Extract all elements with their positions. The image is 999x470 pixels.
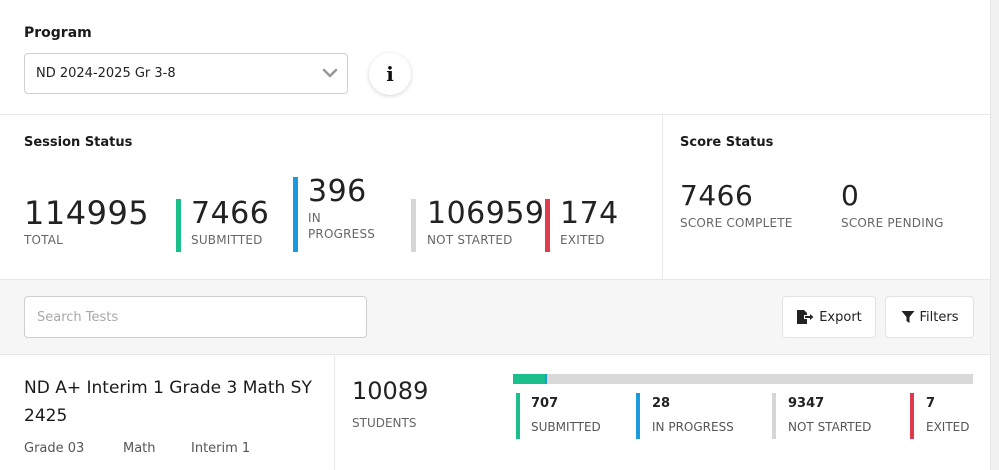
chevron-down-icon xyxy=(322,68,338,78)
row-exited-value: 7 xyxy=(926,396,936,411)
stat-exited: 174 EXITED xyxy=(560,196,619,248)
filter-icon xyxy=(901,311,915,323)
search-input[interactable] xyxy=(25,297,366,337)
stat-score-pending: 0 SCORE PENDING xyxy=(841,179,944,231)
row-in-progress-value: 28 xyxy=(652,396,671,411)
row-stat-exited: 7 EXITED xyxy=(926,396,970,434)
test-students-label: STUDENTS xyxy=(352,416,417,430)
not-started-bar xyxy=(411,199,416,252)
stat-score-complete-label: SCORE COMPLETE xyxy=(680,216,793,230)
export-label: Export xyxy=(819,309,862,325)
search-box[interactable] xyxy=(24,296,367,338)
row-stat-submitted: 707 SUBMITTED xyxy=(531,396,601,434)
divider xyxy=(334,356,335,470)
stat-score-pending-label: SCORE PENDING xyxy=(841,216,944,230)
stat-not-started-value: 106959 xyxy=(427,196,545,231)
stat-score-complete: 7466 SCORE COMPLETE xyxy=(680,179,793,231)
progress-submitted-segment xyxy=(513,374,545,384)
stat-not-started: 106959 NOT STARTED xyxy=(427,196,545,248)
row-not-started-value: 9347 xyxy=(788,396,825,411)
stat-exited-value: 174 xyxy=(560,196,619,231)
row-not-started-label: NOT STARTED xyxy=(788,420,872,434)
stat-score-complete-value: 7466 xyxy=(680,179,754,212)
filters-label: Filters xyxy=(919,309,959,325)
row-exited-bar xyxy=(910,393,914,439)
program-select[interactable]: ND 2024-2025 Gr 3-8 xyxy=(24,53,348,94)
row-submitted-bar xyxy=(516,393,520,439)
test-grade: Grade 03 xyxy=(24,441,85,456)
test-title[interactable]: ND A+ Interim 1 Grade 3 Math SY 2425 xyxy=(24,374,324,430)
divider xyxy=(662,115,663,279)
test-assessment: Interim 1 xyxy=(191,441,251,456)
stat-not-started-label: NOT STARTED xyxy=(427,233,513,247)
stat-in-progress-label-1: IN xyxy=(308,211,321,225)
stat-total-label: TOTAL xyxy=(24,233,64,247)
stat-in-progress-label-2: PROGRESS xyxy=(308,227,376,242)
stat-in-progress: 396 IN PROGRESS xyxy=(308,177,375,242)
divider xyxy=(0,114,990,115)
test-progress-bar xyxy=(513,374,973,384)
program-selected-value: ND 2024-2025 Gr 3-8 xyxy=(36,66,176,81)
filters-button[interactable]: Filters xyxy=(885,296,974,338)
row-not-started-bar xyxy=(772,393,776,439)
score-status-title: Score Status xyxy=(680,135,774,150)
stat-total: 114995 TOTAL xyxy=(24,197,149,247)
row-submitted-value: 707 xyxy=(531,396,559,411)
stat-submitted-label: SUBMITTED xyxy=(191,233,263,247)
progress-in-progress-segment xyxy=(545,374,547,384)
stat-score-pending-value: 0 xyxy=(841,179,860,212)
test-subject: Math xyxy=(123,441,156,456)
row-stat-in-progress: 28 IN PROGRESS xyxy=(652,396,734,434)
stat-total-value: 114995 xyxy=(24,194,150,232)
stat-submitted: 7466 SUBMITTED xyxy=(191,196,270,248)
in-progress-bar xyxy=(293,177,298,252)
export-button[interactable]: Export xyxy=(782,296,876,338)
export-icon xyxy=(797,310,814,324)
scrollbar-track[interactable] xyxy=(990,0,999,470)
stat-exited-label: EXITED xyxy=(560,233,605,247)
session-status-title: Session Status xyxy=(24,135,133,150)
row-exited-label: EXITED xyxy=(926,420,970,434)
submitted-bar xyxy=(176,199,181,252)
stat-submitted-value: 7466 xyxy=(191,196,270,231)
row-in-progress-bar xyxy=(636,393,640,439)
info-icon[interactable]: i xyxy=(369,53,411,95)
row-stat-not-started: 9347 NOT STARTED xyxy=(788,396,871,434)
program-label: Program xyxy=(24,25,92,41)
test-students-value: 10089 xyxy=(352,377,429,405)
stat-in-progress-value: 396 xyxy=(308,174,367,209)
exited-bar xyxy=(545,199,550,252)
row-submitted-label: SUBMITTED xyxy=(531,420,601,434)
row-in-progress-label: IN PROGRESS xyxy=(652,420,734,434)
